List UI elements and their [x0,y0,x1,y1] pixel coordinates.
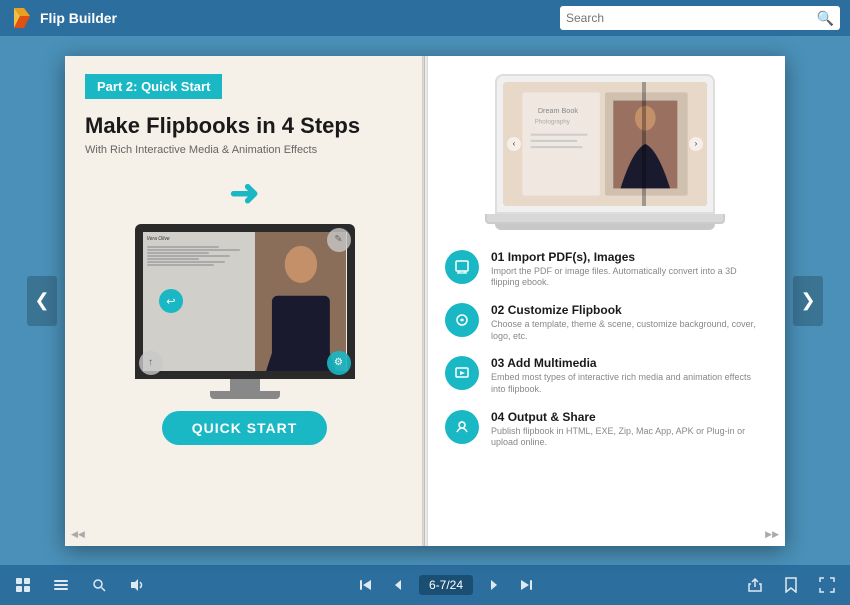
first-page-button[interactable] [355,574,377,596]
laptop-nav-left-icon: ‹ [507,137,521,151]
step-3-desc: Embed most types of interactive rich med… [491,372,765,395]
logo-text: Flip Builder [40,10,117,26]
bookmark-button[interactable] [780,574,802,596]
step-2-content: 02 Customize Flipbook Choose a template,… [491,303,765,342]
zoom-button[interactable] [88,574,110,596]
logo-icon [10,6,34,30]
step-4-desc: Publish flipbook in HTML, EXE, Zip, Mac … [491,426,765,449]
monitor-overlay-icon-bottom-left: ↑ [139,351,163,375]
monitor-overlay-icon-left: ↩ [159,289,183,313]
monitor-overlay-icon-bottom-right: ⚙ [327,351,351,375]
part-badge: Part 2: Quick Start [85,74,222,99]
logo-area: Flip Builder [10,6,117,30]
monitor-area: Vera Olive [85,224,404,399]
teal-arrow-icon: ➜ [229,172,259,214]
prev-page-arrow[interactable]: ❮ [27,276,57,326]
step-1-title: 01 Import PDF(s), Images [491,250,765,264]
toolbar: 6-7/24 [0,565,850,605]
grid-view-button[interactable] [12,574,34,596]
quickstart-button[interactable]: QUICK START [162,411,328,445]
monitor-stand-top [230,379,260,391]
search-icon[interactable]: 🔍 [817,10,834,27]
steps-list: 01 Import PDF(s), Images Import the PDF … [445,250,765,450]
monitor-stand-base [210,391,280,399]
share-button[interactable] [744,574,766,596]
screen-right-panel [255,232,347,371]
step-1-content: 01 Import PDF(s), Images Import the PDF … [491,250,765,289]
arrow-area: ➜ [85,172,404,214]
laptop-base [485,214,725,224]
subtitle: With Rich Interactive Media & Animation … [85,144,404,156]
sound-button[interactable] [126,574,148,596]
page-left: Part 2: Quick Start Make Flipbooks in 4 … [65,56,425,546]
laptop-wrapper: Dream Book Photography [485,74,725,230]
page-number-left: ◀◀ [71,529,85,540]
page-indicator: 6-7/24 [419,575,473,595]
screen-lines [147,246,251,266]
step-item-1: 01 Import PDF(s), Images Import the PDF … [445,250,765,289]
step-3-content: 03 Add Multimedia Embed most types of in… [491,356,765,395]
step-4-icon [445,410,479,444]
laptop-nav-right-icon: › [689,137,703,151]
step-2-title: 02 Customize Flipbook [491,303,765,317]
step-3-icon [445,356,479,390]
fullscreen-button[interactable] [816,574,838,596]
step-item-3: 03 Add Multimedia Embed most types of in… [445,356,765,395]
step-4-content: 04 Output & Share Publish flipbook in HT… [491,410,765,449]
toolbar-center: 6-7/24 [355,574,537,596]
step-2-desc: Choose a template, theme & scene, custom… [491,319,765,342]
toolbar-right [744,574,838,596]
step-1-icon [445,250,479,284]
svg-text:Dream Book: Dream Book [538,106,579,115]
page-number-right: ▶▶ [765,529,779,540]
laptop-book-spine [642,82,646,206]
last-page-button[interactable] [515,574,537,596]
monitor-frame: Vera Olive [135,224,355,379]
main-title: Make Flipbooks in 4 Steps [85,113,404,139]
main-area: ❮ Part 2: Quick Start Make Flipbooks in … [0,36,850,565]
step-item-2: 02 Customize Flipbook Choose a template,… [445,303,765,342]
step-2-icon [445,303,479,337]
laptop-bottom [495,224,715,230]
right-chevron-icon: ❯ [800,290,815,311]
laptop-area: Dream Book Photography [445,74,765,230]
step-item-4: 04 Output & Share Publish flipbook in HT… [445,410,765,449]
step-4-title: 04 Output & Share [491,410,765,424]
page-right: Dream Book Photography [425,56,785,546]
search-input[interactable] [566,11,817,25]
left-chevron-icon: ❮ [34,290,49,311]
svg-text:Photography: Photography [535,118,571,125]
toolbar-left [12,574,148,596]
prev-page-button[interactable] [387,574,409,596]
list-view-button[interactable] [50,574,72,596]
monitor-overlay-icon-top-right: ✎ [327,228,351,252]
step-1-desc: Import the PDF or image files. Automatic… [491,266,765,289]
monitor-screen: Vera Olive [143,232,347,371]
step-3-title: 03 Add Multimedia [491,356,765,370]
next-page-arrow[interactable]: ❯ [793,276,823,326]
screen-photo [255,232,347,371]
book-container: Part 2: Quick Start Make Flipbooks in 4 … [65,56,785,546]
screen-page-title: Vera Olive [147,236,251,242]
laptop-frame: Dream Book Photography [495,74,715,214]
search-box[interactable]: 🔍 [560,6,840,30]
header: Flip Builder 🔍 [0,0,850,36]
next-page-button[interactable] [483,574,505,596]
laptop-screen: Dream Book Photography [503,82,707,206]
